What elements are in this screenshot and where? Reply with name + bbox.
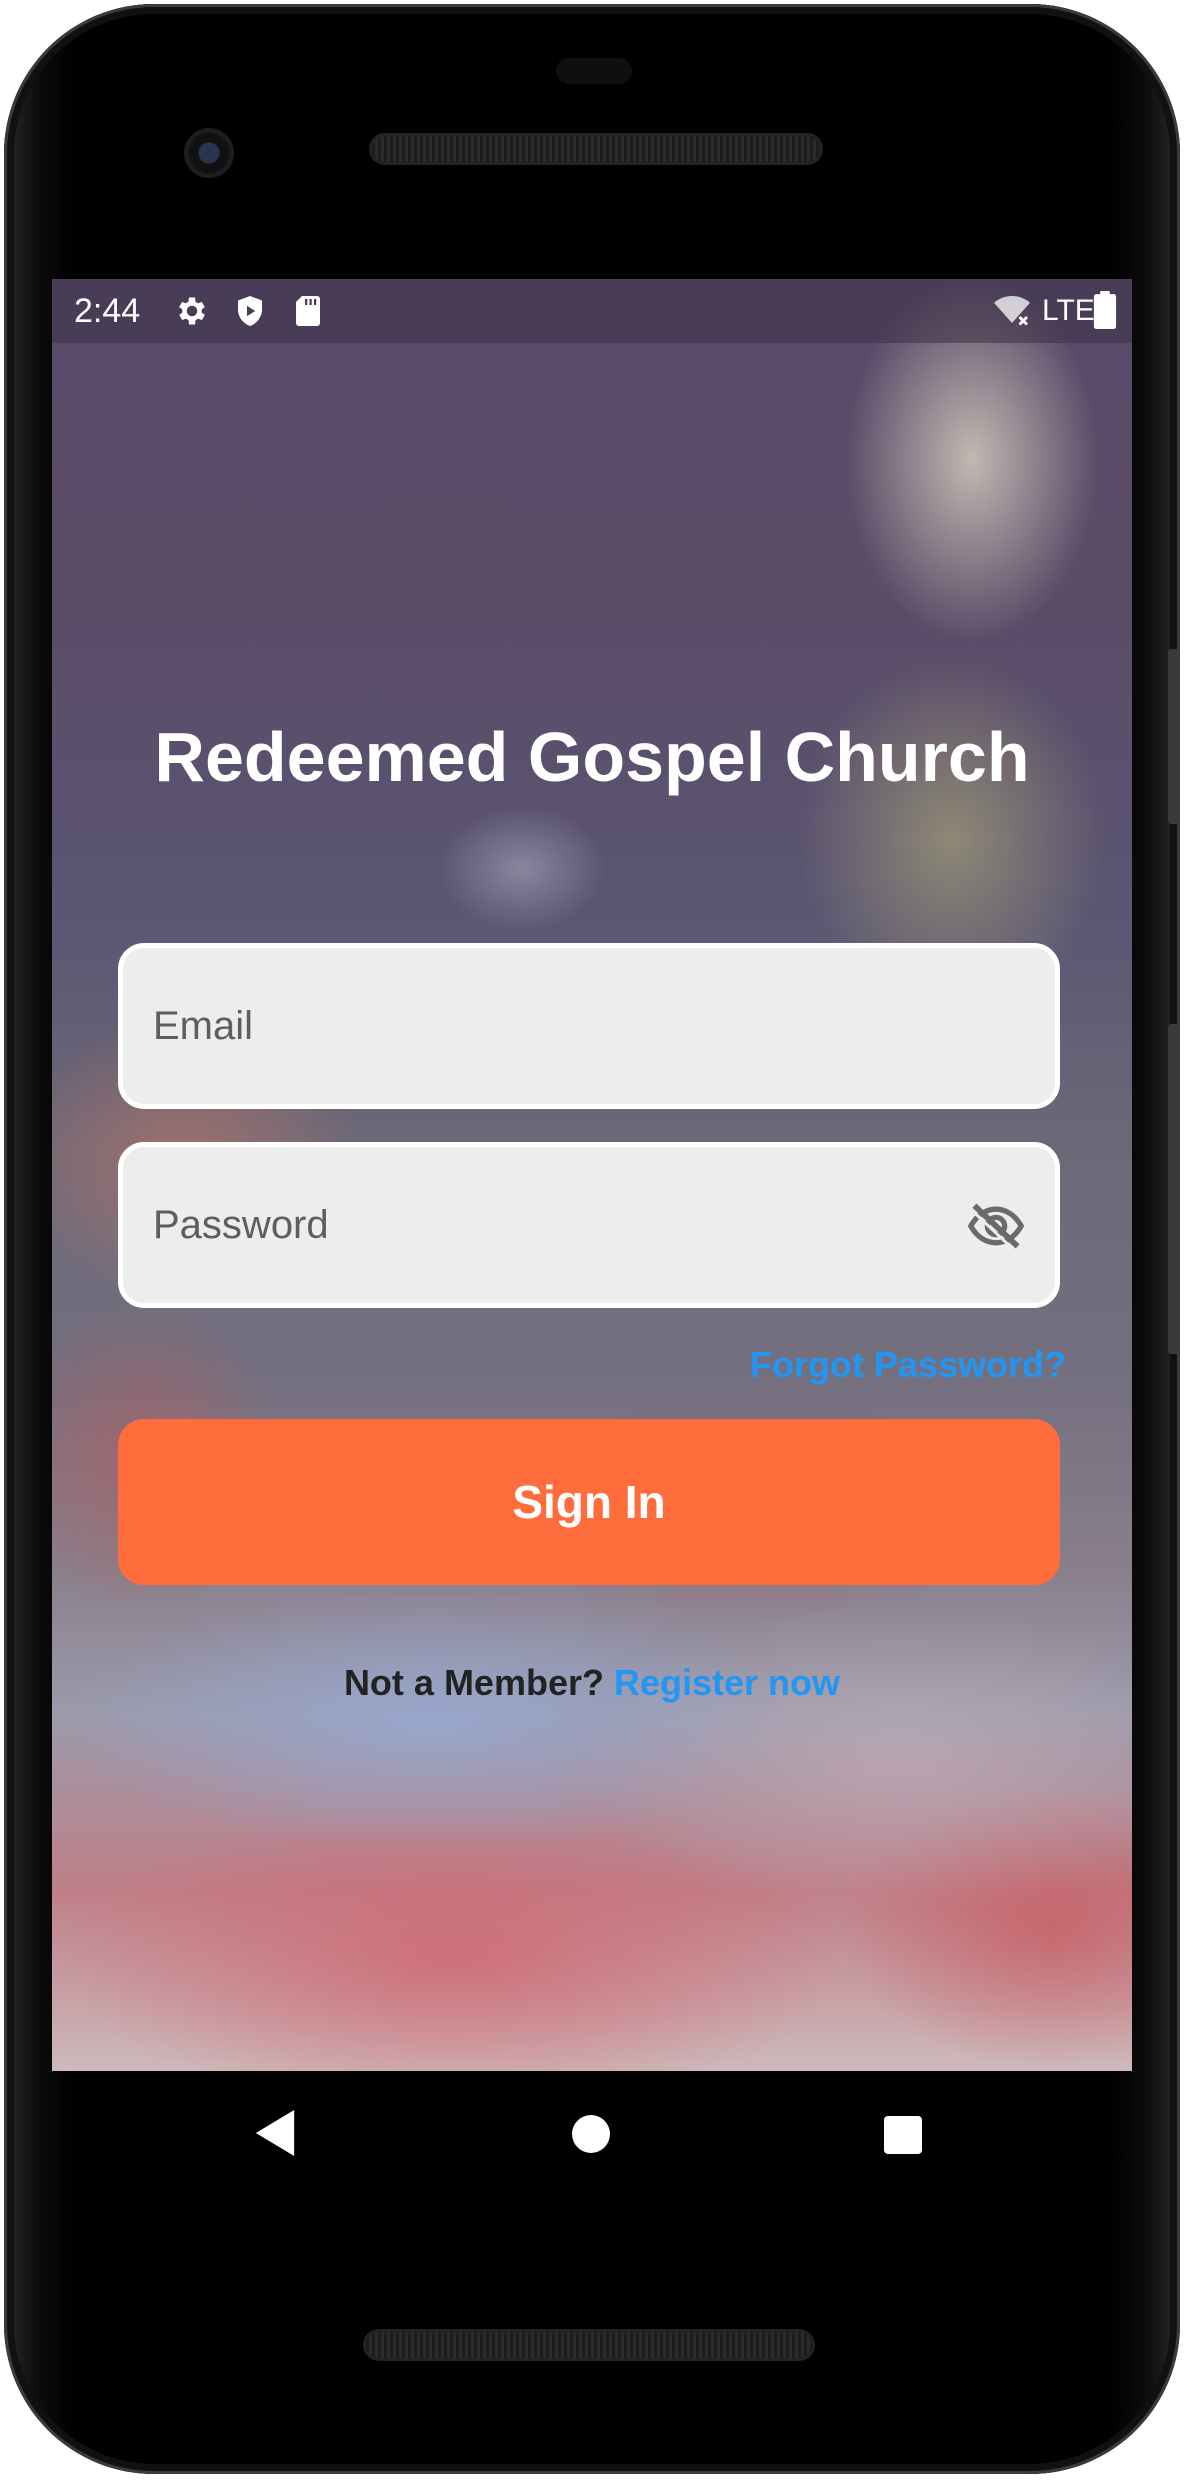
register-prompt: Not a Member? xyxy=(343,1662,604,1703)
eye-off-icon[interactable] xyxy=(967,1202,1025,1250)
register-row: Not a Member? Register now xyxy=(52,1660,1132,1706)
volume-button xyxy=(1168,1024,1180,1354)
earpiece-speaker xyxy=(372,136,820,162)
sd-card-icon xyxy=(296,296,320,326)
password-placeholder: Password xyxy=(153,1203,329,1247)
app-title: Redeemed Gospel Church xyxy=(154,718,1030,796)
bottom-speaker xyxy=(366,2332,812,2358)
status-bar: 2:44 LTE xyxy=(52,279,1132,343)
forgot-password-link[interactable]: Forgot Password? xyxy=(750,1343,1066,1387)
front-camera xyxy=(184,128,234,178)
proximity-sensor xyxy=(556,58,632,84)
power-button xyxy=(1168,649,1180,824)
status-time: 2:44 xyxy=(74,292,141,330)
recents-icon[interactable] xyxy=(884,2116,922,2154)
settings-icon xyxy=(179,297,205,325)
register-now-link[interactable]: Register now xyxy=(614,1662,840,1703)
login-screen: 2:44 LTE Redeemed Gospel Church Email Pa… xyxy=(52,279,1132,2071)
home-icon[interactable] xyxy=(572,2115,610,2153)
shield-play-icon xyxy=(238,296,262,326)
back-icon[interactable] xyxy=(255,2110,295,2156)
battery-icon xyxy=(1093,291,1117,329)
sign-in-button[interactable]: Sign In xyxy=(118,1419,1060,1585)
email-placeholder: Email xyxy=(153,1004,254,1048)
wifi-off-icon xyxy=(994,296,1030,326)
password-field[interactable]: Password xyxy=(118,1142,1060,1308)
email-field[interactable]: Email xyxy=(118,943,1060,1109)
network-type: LTE xyxy=(1042,294,1095,327)
